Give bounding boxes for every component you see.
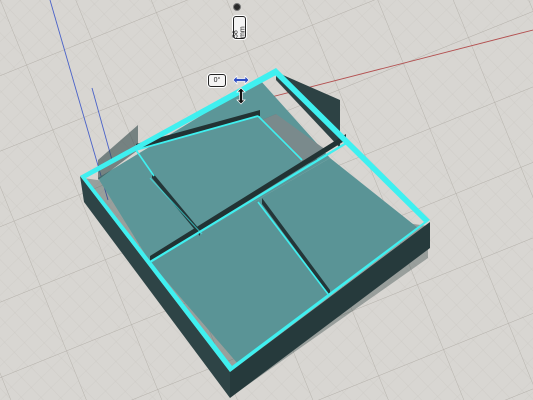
double-arrow-horizontal-icon[interactable] bbox=[232, 74, 250, 86]
3d-viewport[interactable] bbox=[0, 0, 533, 400]
length-dimension-badge[interactable]: 58 mm bbox=[233, 16, 247, 39]
double-arrow-vertical-icon[interactable] bbox=[235, 87, 247, 105]
origin-pin-icon[interactable] bbox=[233, 3, 241, 11]
angle-badge[interactable]: 0° bbox=[208, 74, 226, 87]
